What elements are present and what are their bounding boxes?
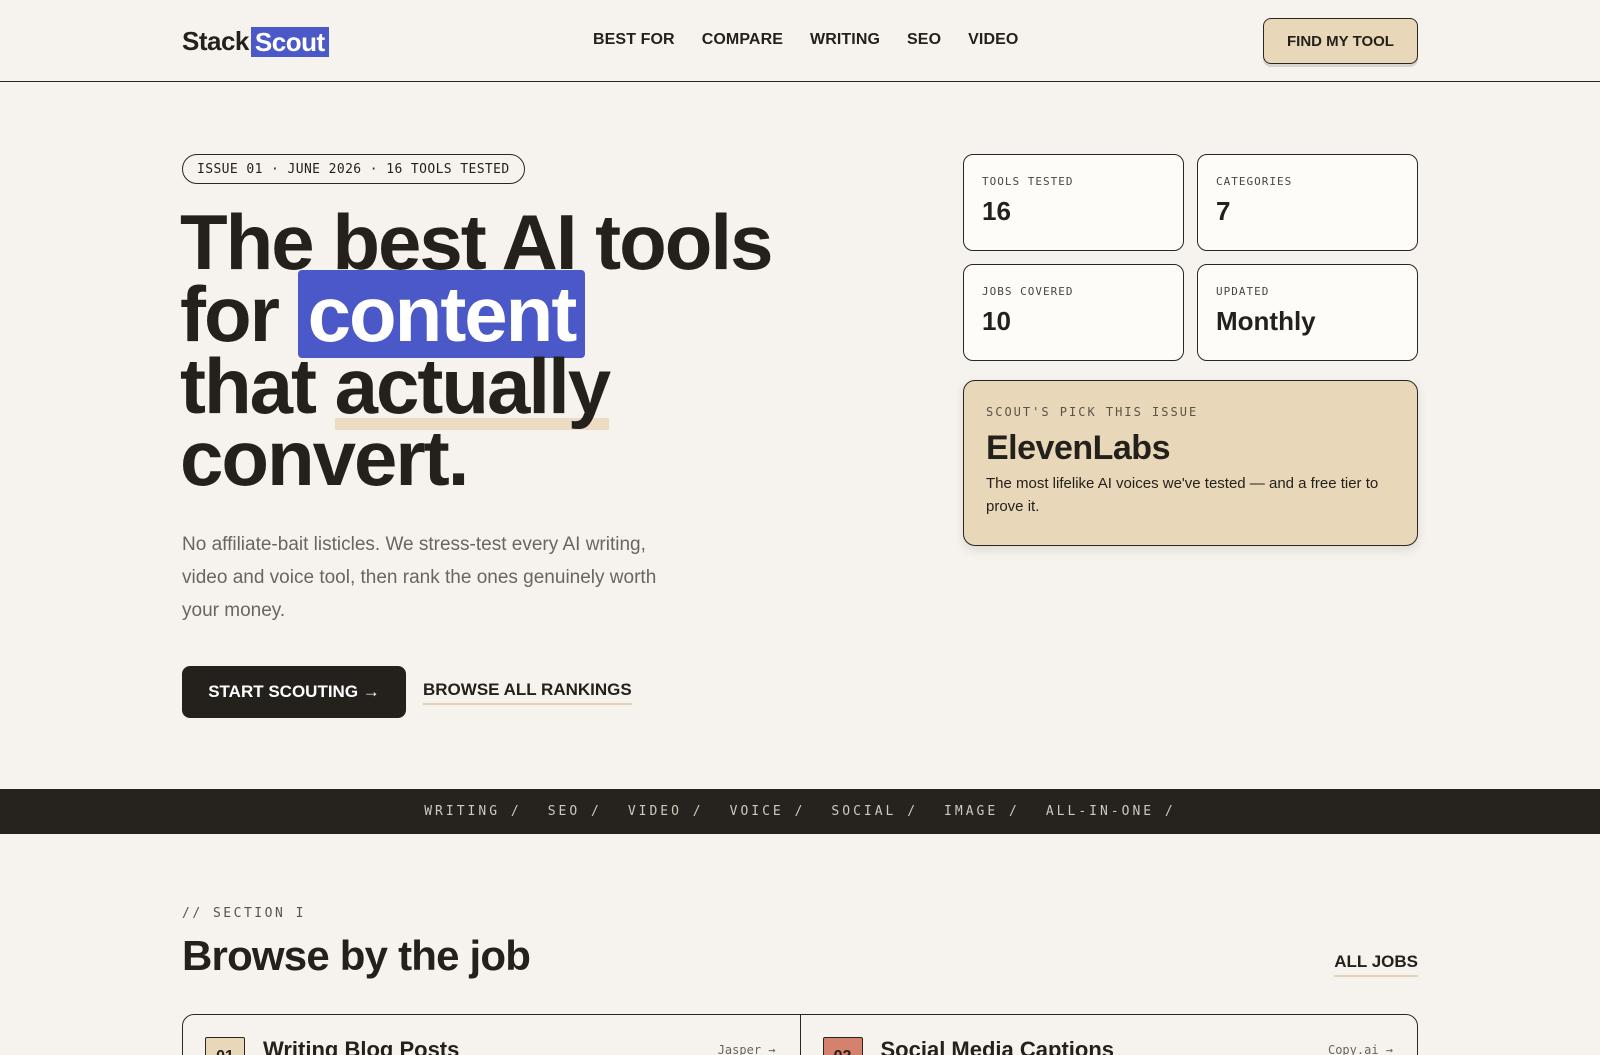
nav-compare[interactable]: COMPARE <box>702 31 783 49</box>
category-writing[interactable]: WRITING / <box>424 804 521 819</box>
jobs-grid: 01 Writing Blog Posts Jasper → 02 Social… <box>182 1014 1418 1055</box>
find-my-tool-button[interactable]: FIND MY TOOL <box>1263 18 1418 64</box>
stat-label: TOOLS TESTED <box>982 175 1074 188</box>
stat-value: 10 <box>982 306 1011 336</box>
category-video[interactable]: VIDEO / <box>628 804 704 819</box>
all-jobs-link[interactable]: ALL JOBS <box>1334 952 1418 977</box>
job-meta: Jasper → <box>717 1043 776 1055</box>
job-card[interactable]: 02 Social Media Captions Copy.ai → <box>799 1015 1418 1055</box>
job-card[interactable]: 01 Writing Blog Posts Jasper → <box>183 1015 800 1055</box>
job-title: Writing Blog Posts <box>263 1037 460 1055</box>
category-voice[interactable]: VOICE / <box>730 804 806 819</box>
category-all-in-one[interactable]: ALL-IN-ONE / <box>1046 804 1176 819</box>
logo-text-stack: Stack <box>182 26 249 56</box>
stat-tools-tested: TOOLS TESTED 16 <box>963 154 1184 251</box>
category-image[interactable]: IMAGE / <box>944 804 1020 819</box>
nav-best-for[interactable]: BEST FOR <box>593 31 675 49</box>
scouts-pick-card[interactable]: SCOUT'S PICK THIS ISSUE ElevenLabs The m… <box>963 380 1418 546</box>
category-seo[interactable]: SEO / <box>548 804 602 819</box>
main-nav: BEST FOR COMPARE WRITING SEO VIDEO <box>593 31 1018 49</box>
stat-value: Monthly <box>1216 306 1316 336</box>
section-label: // SECTION I <box>182 906 306 921</box>
logo-text-scout: Scout <box>250 26 329 57</box>
pick-description: The most lifelike AI voices we've tested… <box>986 475 1379 515</box>
site-header: Stack Scout BEST FOR COMPARE WRITING SEO… <box>0 0 1600 82</box>
hero-title-line-3: that actually <box>180 342 880 430</box>
job-number: 01 <box>205 1037 245 1055</box>
job-title: Social Media Captions <box>880 1037 1115 1055</box>
nav-video[interactable]: VIDEO <box>968 31 1018 49</box>
start-scouting-button[interactable]: START SCOUTING → <box>182 666 406 718</box>
job-number: 02 <box>822 1037 863 1055</box>
hero-title-line-4: convert. <box>180 414 469 502</box>
hero-description: No affiliate-bait listicles. We stress-t… <box>182 534 657 621</box>
stat-label: CATEGORIES <box>1216 175 1293 188</box>
stat-updated: UPDATED Monthly <box>1197 264 1418 361</box>
stat-value: 7 <box>1216 196 1231 226</box>
job-meta: Copy.ai → <box>1327 1043 1393 1055</box>
stat-label: UPDATED <box>1216 285 1270 298</box>
pick-name: ElevenLabs <box>986 429 1170 467</box>
hero-title: The best AI tools for content that actua… <box>180 198 880 502</box>
pick-label: SCOUT'S PICK THIS ISSUE <box>986 405 1199 419</box>
stat-jobs-covered: JOBS COVERED 10 <box>963 264 1184 361</box>
category-strip: WRITING / SEO / VIDEO / VOICE / SOCIAL /… <box>0 789 1600 834</box>
hero-title-line-1: The best AI tools <box>180 198 774 286</box>
section-title: Browse by the job <box>182 932 531 979</box>
category-social[interactable]: SOCIAL / <box>831 804 918 819</box>
issue-badge: ISSUE 01 · JUNE 2026 · 16 TOOLS TESTED <box>182 154 525 184</box>
stat-label: JOBS COVERED <box>982 285 1074 298</box>
stat-value: 16 <box>982 196 1011 226</box>
hero-title-line-2: for content <box>180 270 880 358</box>
nav-writing[interactable]: WRITING <box>810 31 880 49</box>
nav-seo[interactable]: SEO <box>907 31 941 49</box>
browse-all-rankings-link[interactable]: BROWSE ALL RANKINGS <box>423 680 632 705</box>
stat-categories: CATEGORIES 7 <box>1197 154 1418 251</box>
logo[interactable]: Stack Scout <box>182 26 329 57</box>
